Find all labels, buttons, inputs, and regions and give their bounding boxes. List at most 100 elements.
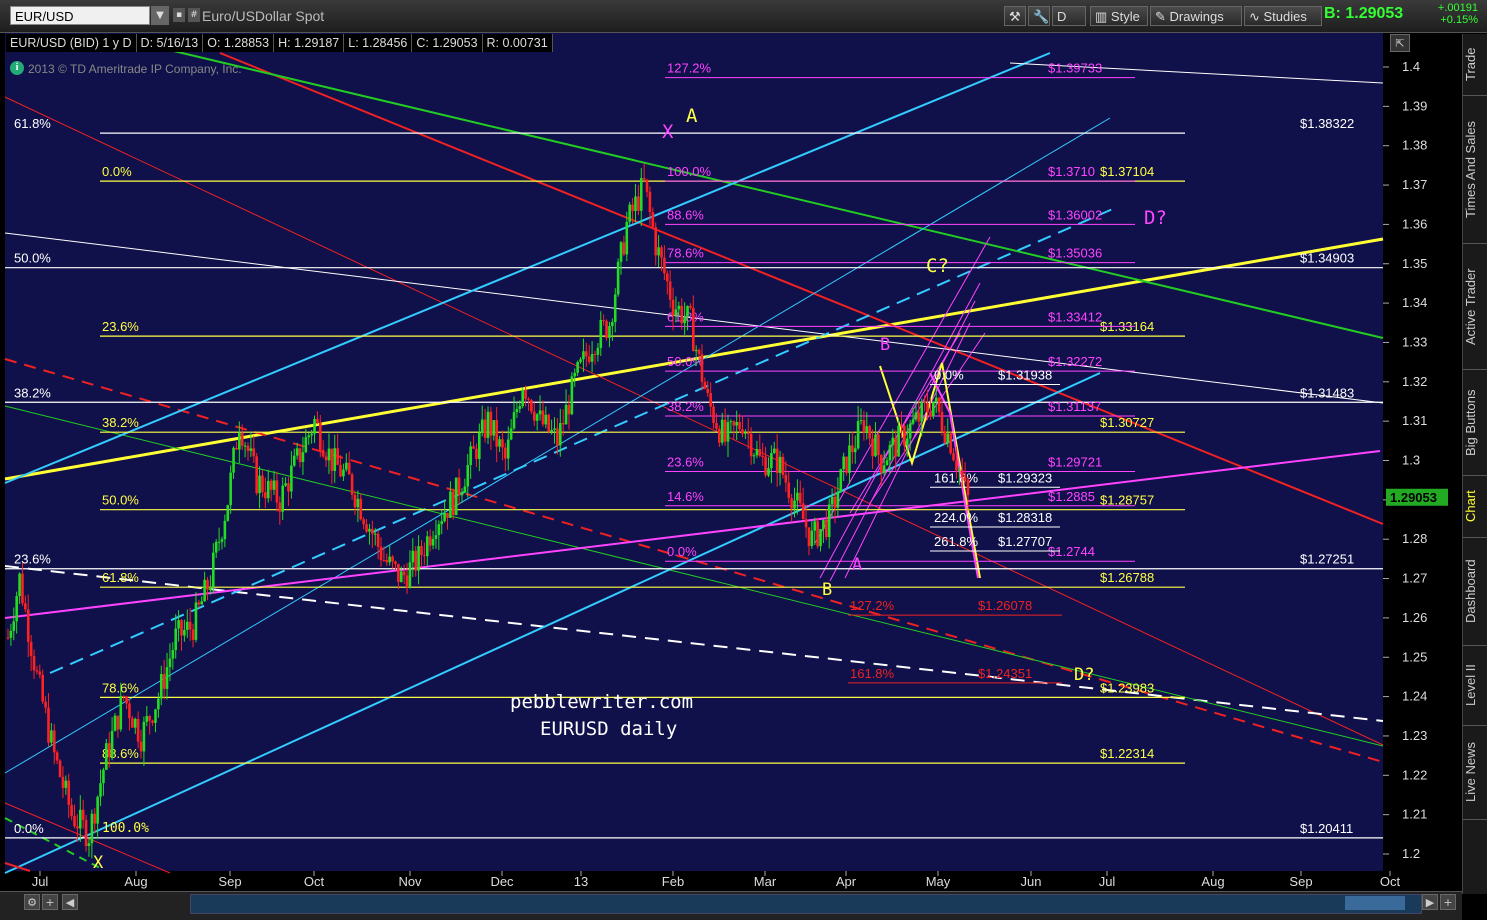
candle-body-125 [368,528,371,532]
tab-active-trader[interactable]: Active Trader [1463,244,1487,370]
candle-body-63 [188,621,192,630]
candle-body-89 [264,492,267,499]
candle-body-287 [836,492,840,508]
candle-body-243 [709,393,712,407]
candle-body-193 [564,404,568,425]
wrench-icon[interactable]: 🔧 [1028,6,1050,26]
candle-body-233 [680,305,684,324]
tab-level-ii[interactable]: Level II [1463,646,1487,726]
candle-body-255 [744,432,747,434]
candle-body-327 [952,453,955,461]
candle-body-249 [726,422,730,442]
candle-body-272 [793,500,796,509]
zoom-in-icon[interactable]: + [1440,894,1456,910]
candle-body-186 [544,414,548,425]
candle-body-256 [746,432,750,434]
d-button[interactable]: D [1052,6,1086,26]
style-button[interactable]: ▥ Style [1090,6,1148,26]
tab-big-buttons[interactable]: Big Buttons [1463,370,1487,476]
time-scrollbar[interactable] [190,894,1422,914]
x-tick-label-4: Nov [398,874,422,889]
candle-body-105 [310,433,313,436]
candle-body-312 [908,423,912,439]
tools-icon[interactable]: ⚒ [1004,6,1026,26]
fib-pink-price-0: $1.39733 [1048,61,1102,76]
candle-body-273 [796,492,799,501]
tab-chart[interactable]: Chart [1463,476,1487,538]
y-tick-label-8: 1.28 [1402,531,1427,546]
candle-body-46 [139,741,143,752]
hash-icon[interactable]: # [188,8,200,22]
candle-body-8 [29,641,33,657]
candle-body-128 [376,533,380,547]
candle-body-240 [700,354,704,382]
candle-body-281 [819,529,822,547]
scroll-right-icon[interactable]: ▶ [1422,894,1438,910]
scrollbar-thumb[interactable] [1345,896,1405,910]
candle-body-178 [521,389,524,406]
time-axis[interactable] [0,871,1383,891]
candle-body-206 [602,319,605,322]
tab-times-and-sales[interactable]: Times And Sales [1463,96,1487,244]
scroll-left-icon[interactable]: ◀ [62,894,78,910]
x-tick-label-5: Dec [490,874,514,889]
candle-body-115 [339,464,342,477]
info-icon[interactable]: i [10,61,24,75]
candle-body-30 [93,813,97,824]
candle-body-132 [388,556,391,563]
candle-body-300 [874,434,877,457]
candle-body-11 [38,671,42,675]
cursor-icon[interactable]: ⇱ [1390,34,1410,52]
candle-body-254 [741,429,744,434]
candle-body-305 [888,445,892,461]
candle-body-204 [596,347,600,355]
candle-body-164 [480,419,484,433]
plot-area[interactable] [5,33,1383,871]
top-toolbar: EUR/USD ▼ ▪ # Euro/USDollar Spot ⚒ 🔧 D ▥… [0,0,1487,33]
candle-body-270 [787,482,791,499]
candle-body-173 [506,439,510,459]
price-axis[interactable] [1383,33,1462,891]
candle-body-75 [223,520,227,540]
tab-dashboard[interactable]: Dashboard [1463,538,1487,646]
symbol-dropdown-icon[interactable]: ▼ [151,6,169,25]
expand-icon[interactable]: + [42,894,58,910]
candle-body-48 [145,716,149,722]
fib-white-label-0: 0.0% [934,368,964,383]
candle-body-83 [246,445,250,451]
tab-live-news[interactable]: Live News [1463,726,1487,820]
x-tick-label-10: May [926,874,951,889]
candle-body-107 [316,418,319,423]
candle-body-54 [162,673,166,689]
studies-button[interactable]: ∿ Studies [1244,6,1322,26]
style-icon: ▥ [1095,9,1111,24]
level-price-10: $1.22314 [1100,746,1154,761]
candle-body-199 [582,351,585,360]
candle-body-247 [720,419,724,443]
candle-body-238 [694,349,698,352]
candle-body-222 [648,191,652,213]
candle-body-280 [816,521,819,547]
candle-body-143 [420,546,423,556]
candle-body-331 [963,477,967,480]
candle-body-155 [454,477,458,516]
price-chart[interactable]: 61.8% $1.38322 0.0% $1.37104 50.0% $1.34903 23… [0,33,1462,891]
fib-white-label-3: 261.8% [934,534,979,549]
candle-body-171 [501,439,504,448]
candle-body-325 [946,433,950,443]
candle-body-26 [81,809,85,820]
level-label-3: 23.6% [102,319,139,334]
symbol-input[interactable]: EUR/USD [10,6,150,25]
candle-body-297 [865,426,869,433]
candle-body-36 [110,730,114,757]
candle-body-267 [778,456,782,474]
price-change: +.00191 +0.15% [1430,2,1478,26]
link-icon[interactable]: ▪ [173,8,185,22]
settings-icon[interactable]: ⚙ [24,894,40,910]
candle-body-271 [790,498,793,509]
drawings-button[interactable]: ✎ Drawings [1150,6,1242,26]
candle-body-315 [917,412,921,422]
tab-trade[interactable]: Trade [1463,34,1487,96]
candle-body-87 [258,475,261,494]
candle-body-172 [504,447,507,459]
